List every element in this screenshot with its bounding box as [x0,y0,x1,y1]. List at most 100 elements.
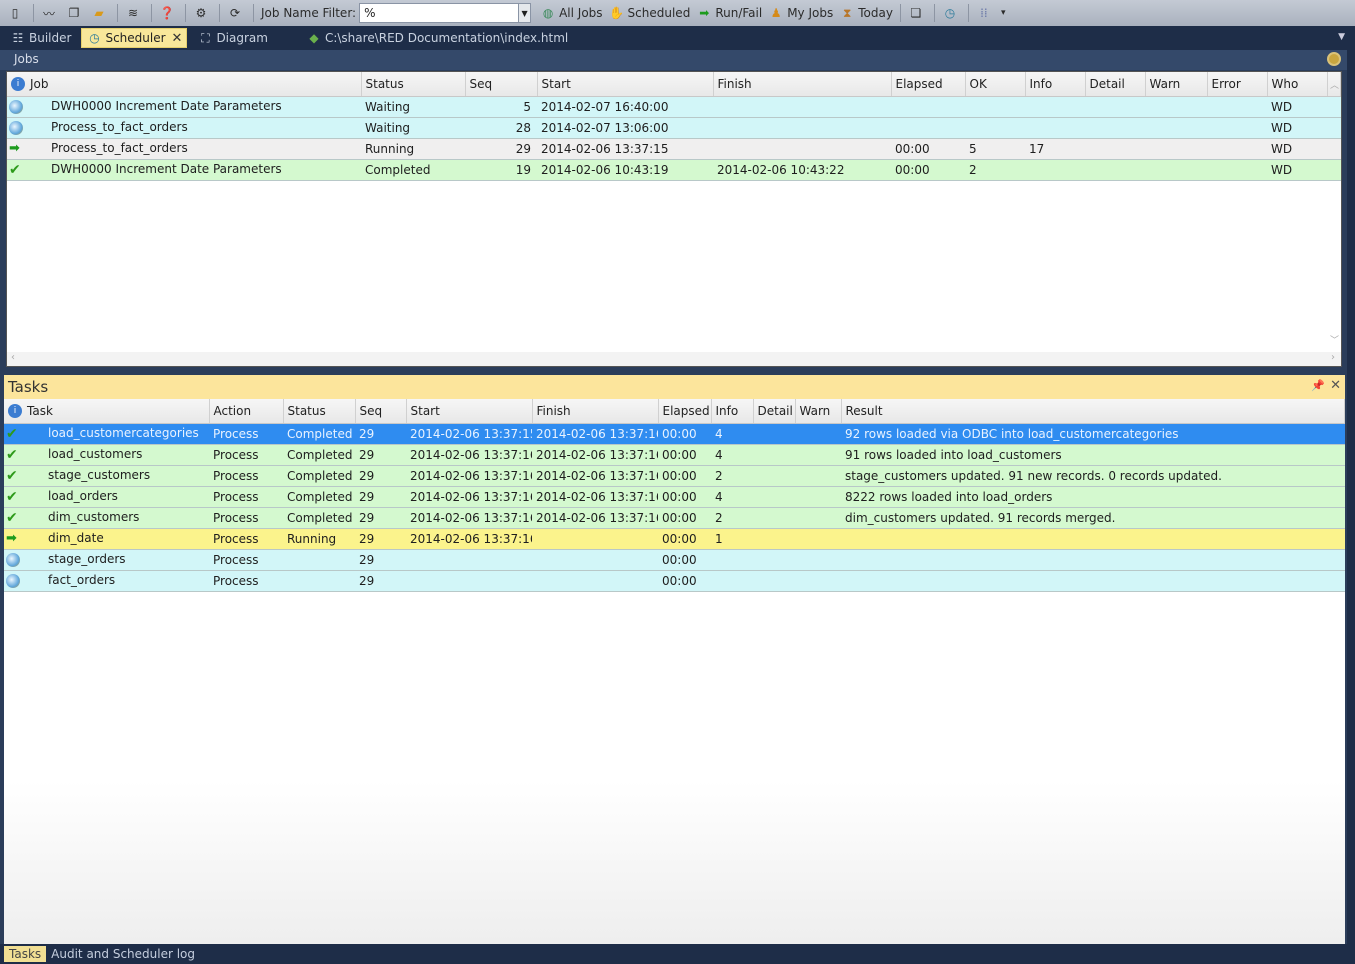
completed-check-icon: ✔ [6,467,18,484]
tasks-col-status[interactable]: Status [283,399,356,424]
jobs-col-warn[interactable]: Warn [1145,72,1208,97]
database-button[interactable]: ≋ [122,2,147,24]
task-row[interactable]: stage_orders Process 29 00:00 [4,549,1345,571]
my-jobs-button[interactable]: ♟ My Jobs [765,2,836,24]
tab-builder[interactable]: ☷ Builder [6,28,75,48]
job-cell-ok: 5 [965,138,1025,160]
task-cell-warn [795,570,841,592]
web-icon: ◆ [309,31,319,45]
jobs-col-error[interactable]: Error [1207,72,1268,97]
tasks-col-finish[interactable]: Finish [532,399,659,424]
task-cell-result [841,549,1345,571]
tasks-col-seq[interactable]: Seq [355,399,407,424]
tasks-col-action[interactable]: Action [209,399,284,424]
jobs-col-status[interactable]: Status [361,72,466,97]
jobs-col-info[interactable]: Info [1025,72,1086,97]
sticky-note-button[interactable]: ❏ [905,2,930,24]
task-cell-action: Process [209,528,283,550]
job-name-filter-label: Job Name Filter: [261,6,357,20]
toolbar-separator [899,4,901,22]
document-tabbar: ☷ Builder ◷ Scheduler ✕ ⛶ Diagram ◆ C:\share\… [0,26,1355,50]
layout-button[interactable]: ⁞⁞ [973,2,998,24]
jobs-col-detail[interactable]: Detail [1085,72,1146,97]
job-row[interactable]: DWH0000 Increment Date Parameters Waiting… [7,96,1341,118]
run-fail-button[interactable]: ➡ Run/Fail [693,2,765,24]
bottom-tab-tasks[interactable]: Tasks [4,946,47,962]
job-row[interactable]: Process_to_fact_orders Waiting 28 2014-02-0… [7,117,1341,139]
info-icon: i [11,77,25,91]
task-row[interactable]: ✔ load_customercategories Process Completed… [4,423,1345,445]
today-label: Today [858,6,893,20]
run-button[interactable]: ⚙ [190,2,215,24]
scroll-left-icon[interactable]: ‹ [11,352,15,363]
jobs-horizontal-scrollbar[interactable]: ‹ › [7,352,1341,366]
scroll-down-icon[interactable]: ﹀ [1330,333,1339,346]
jobs-col-seq[interactable]: Seq [465,72,538,97]
task-row[interactable]: ✔ stage_customers Process Completed 29 2014-0… [4,465,1345,487]
bottom-tab-audit-log[interactable]: Audit and Scheduler log [46,946,200,962]
close-panel-icon[interactable]: ✕ [1330,378,1341,393]
task-cell-info: 4 [711,486,753,508]
task-row[interactable]: fact_orders Process 29 00:00 [4,570,1345,592]
tasks-col-detail[interactable]: Detail [753,399,796,424]
task-row[interactable]: ✔ dim_customers Process Completed 29 2014-02-… [4,507,1345,529]
job-cell-status: Waiting [361,117,465,139]
job-cell-job: ➡ Process_to_fact_orders [7,138,361,160]
task-cell-finish: 2014-02-06 13:37:16 [532,486,658,508]
tasks-col-elapsed[interactable]: Elapsed [658,399,712,424]
tasks-col-result[interactable]: Result [841,399,1345,424]
tasks-col-start[interactable]: Start [406,399,533,424]
info-icon: i [8,404,22,418]
copy-button[interactable]: ❐ [63,2,88,24]
jobs-col-who[interactable]: Who [1267,72,1328,97]
job-row[interactable]: ➡ Process_to_fact_orders Running 29 2014-02-… [7,138,1341,160]
my-jobs-label: My Jobs [787,6,834,20]
close-tab-icon[interactable]: ✕ [172,31,183,46]
scroll-right-icon[interactable]: › [1331,352,1335,363]
task-cell-finish: 2014-02-06 13:37:16 [532,465,658,487]
task-cell-action: Process [209,507,283,529]
jobs-col-finish[interactable]: Finish [713,72,892,97]
tasks-col-info[interactable]: Info [711,399,754,424]
toolbar-separator [933,4,935,22]
tab-diagram[interactable]: ⛶ Diagram [193,28,272,48]
refresh-clock-icon[interactable] [1327,52,1341,66]
tasks-col-task[interactable]: i Task [4,399,210,424]
all-jobs-button[interactable]: ◍ All Jobs [537,2,605,24]
tab-scheduler[interactable]: ◷ Scheduler ✕ [81,28,188,48]
job-row[interactable]: ✔ DWH0000 Increment Date Parameters Comple… [7,159,1341,181]
task-cell-task: ✔ stage_customers [4,465,209,487]
scheduler-clock-button[interactable]: ◷ [939,2,964,24]
tab-documentation[interactable]: ◆ C:\share\RED Documentation\index.html [302,28,572,48]
new-document-button[interactable]: ▯ [4,2,29,24]
chart-button[interactable]: 〰 [38,2,63,24]
task-row[interactable]: ✔ load_orders Process Completed 29 2014-02-06… [4,486,1345,508]
task-cell-elapsed: 00:00 [658,486,711,508]
scheduled-icon: ✋ [609,6,625,20]
tasks-col-warn[interactable]: Warn [795,399,842,424]
scheduled-button[interactable]: ✋ Scheduled [606,2,694,24]
task-cell-detail [753,444,795,466]
jobs-col-elapsed[interactable]: Elapsed [891,72,966,97]
job-cell-seq: 5 [465,96,537,118]
jobs-col-ok[interactable]: OK [965,72,1026,97]
pin-icon[interactable]: 📌 [1311,379,1325,392]
line-chart-icon: 〰 [42,6,55,21]
task-name: stage_orders [48,552,126,567]
task-row[interactable]: ✔ load_customers Process Completed 29 2014-02… [4,444,1345,466]
task-cell-elapsed: 00:00 [658,444,711,466]
jobs-col-start[interactable]: Start [537,72,714,97]
help-button[interactable]: ❓ [156,2,181,24]
jobs-col-job[interactable]: i Job [7,72,362,97]
open-folder-button[interactable]: ▰ [88,2,113,24]
task-row[interactable]: ➡ dim_date Process Running 29 2014-02-06 13:3… [4,528,1345,550]
refresh-button[interactable]: ⟳ [224,2,249,24]
job-cell-start: 2014-02-06 13:37:15 [537,138,713,160]
toolbar-overflow-button[interactable]: ▾ [998,2,1009,24]
tab-list-dropdown-icon[interactable]: ▼ [1338,32,1345,42]
scroll-up-icon[interactable]: ︿ [1330,78,1339,91]
today-button[interactable]: ⧗ Today [836,2,896,24]
job-cell-who: WD [1267,96,1327,118]
job-name-filter-input[interactable] [359,3,520,23]
filter-dropdown-button[interactable]: ▼ [519,3,532,23]
